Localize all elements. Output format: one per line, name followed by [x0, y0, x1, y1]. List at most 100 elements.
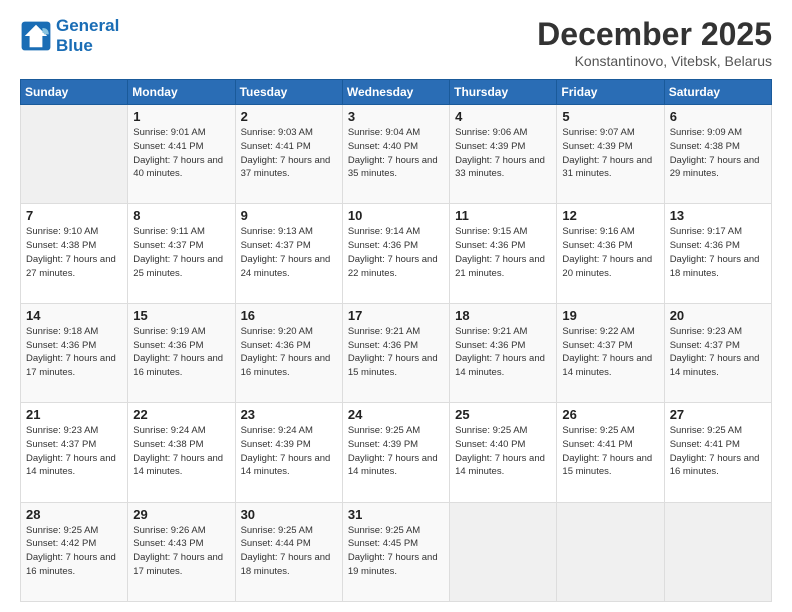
logo-general: General: [56, 16, 119, 35]
day-details: Sunrise: 9:07 AM Sunset: 4:39 PM Dayligh…: [562, 126, 658, 181]
day-details: Sunrise: 9:18 AM Sunset: 4:36 PM Dayligh…: [26, 325, 122, 380]
calendar-cell: 18Sunrise: 9:21 AM Sunset: 4:36 PM Dayli…: [450, 303, 557, 402]
calendar-cell: 26Sunrise: 9:25 AM Sunset: 4:41 PM Dayli…: [557, 403, 664, 502]
day-details: Sunrise: 9:25 AM Sunset: 4:42 PM Dayligh…: [26, 524, 122, 579]
calendar-cell: 19 Sunrise: 9:22 AM Sunset: 4:37 PM Dayli…: [557, 303, 664, 402]
location: Konstantinovo, Vitebsk, Belarus: [537, 53, 772, 69]
day-number: 21: [26, 407, 122, 422]
day-number: 19: [562, 308, 658, 323]
column-header-sunday: Sunday: [21, 80, 128, 105]
calendar-cell: 6 Sunrise: 9:09 AM Sunset: 4:38 PM Daylig…: [664, 105, 771, 204]
day-details: Sunrise: 9:22 AM Sunset: 4:37 PM Dayligh…: [562, 325, 658, 380]
calendar-cell: 15 Sunrise: 9:19 AM Sunset: 4:36 PM Dayli…: [128, 303, 235, 402]
calendar-cell: 9 Sunrise: 9:13 AM Sunset: 4:37 PM Daylig…: [235, 204, 342, 303]
calendar-cell: 20Sunrise: 9:23 AM Sunset: 4:37 PM Dayli…: [664, 303, 771, 402]
column-header-tuesday: Tuesday: [235, 80, 342, 105]
day-number: 9: [241, 208, 337, 223]
day-details: Sunrise: 9:20 AM Sunset: 4:36 PM Dayligh…: [241, 325, 337, 380]
day-number: 16: [241, 308, 337, 323]
month-title: December 2025: [537, 16, 772, 53]
day-number: 17: [348, 308, 444, 323]
day-details: Sunrise: 9:16 AM Sunset: 4:36 PM Dayligh…: [562, 225, 658, 280]
day-details: Sunrise: 9:01 AM Sunset: 4:41 PM Dayligh…: [133, 126, 229, 181]
day-details: Sunrise: 9:15 AM Sunset: 4:36 PM Dayligh…: [455, 225, 551, 280]
calendar-table: SundayMondayTuesdayWednesdayThursdayFrid…: [20, 79, 772, 602]
column-header-wednesday: Wednesday: [342, 80, 449, 105]
column-header-saturday: Saturday: [664, 80, 771, 105]
column-header-monday: Monday: [128, 80, 235, 105]
day-number: 24: [348, 407, 444, 422]
day-number: 22: [133, 407, 229, 422]
calendar-cell: [450, 502, 557, 601]
calendar-cell: 30 Sunrise: 9:25 AM Sunset: 4:44 PM Dayli…: [235, 502, 342, 601]
day-number: 2: [241, 109, 337, 124]
day-number: 31: [348, 507, 444, 522]
day-details: Sunrise: 9:25 AM Sunset: 4:39 PM Dayligh…: [348, 424, 444, 479]
calendar-cell: [664, 502, 771, 601]
day-number: 25: [455, 407, 551, 422]
column-header-friday: Friday: [557, 80, 664, 105]
calendar-cell: 22 Sunrise: 9:24 AM Sunset: 4:38 PM Dayli…: [128, 403, 235, 502]
logo-icon: [20, 20, 52, 52]
header: General Blue December 2025 Konstantinovo…: [20, 16, 772, 69]
day-number: 7: [26, 208, 122, 223]
day-number: 6: [670, 109, 766, 124]
day-details: Sunrise: 9:10 AM Sunset: 4:38 PM Dayligh…: [26, 225, 122, 280]
day-details: Sunrise: 9:14 AM Sunset: 4:36 PM Dayligh…: [348, 225, 444, 280]
day-details: Sunrise: 9:06 AM Sunset: 4:39 PM Dayligh…: [455, 126, 551, 181]
day-number: 20: [670, 308, 766, 323]
day-number: 13: [670, 208, 766, 223]
calendar-cell: 1 Sunrise: 9:01 AM Sunset: 4:41 PM Daylig…: [128, 105, 235, 204]
logo: General Blue: [20, 16, 119, 55]
calendar-cell: 24 Sunrise: 9:25 AM Sunset: 4:39 PM Dayli…: [342, 403, 449, 502]
column-header-thursday: Thursday: [450, 80, 557, 105]
day-details: Sunrise: 9:24 AM Sunset: 4:39 PM Dayligh…: [241, 424, 337, 479]
day-number: 5: [562, 109, 658, 124]
day-details: Sunrise: 9:25 AM Sunset: 4:44 PM Dayligh…: [241, 524, 337, 579]
calendar-cell: 10 Sunrise: 9:14 AM Sunset: 4:36 PM Dayli…: [342, 204, 449, 303]
day-number: 10: [348, 208, 444, 223]
day-number: 26: [562, 407, 658, 422]
calendar-cell: [21, 105, 128, 204]
calendar-cell: 12Sunrise: 9:16 AM Sunset: 4:36 PM Dayli…: [557, 204, 664, 303]
day-number: 29: [133, 507, 229, 522]
day-details: Sunrise: 9:19 AM Sunset: 4:36 PM Dayligh…: [133, 325, 229, 380]
day-number: 15: [133, 308, 229, 323]
day-details: Sunrise: 9:23 AM Sunset: 4:37 PM Dayligh…: [26, 424, 122, 479]
day-number: 30: [241, 507, 337, 522]
day-details: Sunrise: 9:21 AM Sunset: 4:36 PM Dayligh…: [348, 325, 444, 380]
day-details: Sunrise: 9:03 AM Sunset: 4:41 PM Dayligh…: [241, 126, 337, 181]
calendar-cell: 17 Sunrise: 9:21 AM Sunset: 4:36 PM Dayli…: [342, 303, 449, 402]
page: General Blue December 2025 Konstantinovo…: [0, 0, 792, 612]
calendar-cell: 16 Sunrise: 9:20 AM Sunset: 4:36 PM Dayli…: [235, 303, 342, 402]
calendar-cell: 3Sunrise: 9:04 AM Sunset: 4:40 PM Daylig…: [342, 105, 449, 204]
calendar-cell: 31 Sunrise: 9:25 AM Sunset: 4:45 PM Dayli…: [342, 502, 449, 601]
calendar-cell: 4 Sunrise: 9:06 AM Sunset: 4:39 PM Daylig…: [450, 105, 557, 204]
calendar-cell: 7 Sunrise: 9:10 AM Sunset: 4:38 PM Daylig…: [21, 204, 128, 303]
day-details: Sunrise: 9:25 AM Sunset: 4:40 PM Dayligh…: [455, 424, 551, 479]
title-block: December 2025 Konstantinovo, Vitebsk, Be…: [537, 16, 772, 69]
day-details: Sunrise: 9:04 AM Sunset: 4:40 PM Dayligh…: [348, 126, 444, 181]
day-details: Sunrise: 9:11 AM Sunset: 4:37 PM Dayligh…: [133, 225, 229, 280]
day-details: Sunrise: 9:26 AM Sunset: 4:43 PM Dayligh…: [133, 524, 229, 579]
logo-text: General Blue: [56, 16, 119, 55]
day-number: 23: [241, 407, 337, 422]
calendar-cell: 25 Sunrise: 9:25 AM Sunset: 4:40 PM Dayli…: [450, 403, 557, 502]
day-details: Sunrise: 9:13 AM Sunset: 4:37 PM Dayligh…: [241, 225, 337, 280]
day-details: Sunrise: 9:21 AM Sunset: 4:36 PM Dayligh…: [455, 325, 551, 380]
calendar-cell: 8 Sunrise: 9:11 AM Sunset: 4:37 PM Daylig…: [128, 204, 235, 303]
day-number: 8: [133, 208, 229, 223]
day-details: Sunrise: 9:25 AM Sunset: 4:45 PM Dayligh…: [348, 524, 444, 579]
calendar-cell: 13 Sunrise: 9:17 AM Sunset: 4:36 PM Dayli…: [664, 204, 771, 303]
calendar-cell: 5 Sunrise: 9:07 AM Sunset: 4:39 PM Daylig…: [557, 105, 664, 204]
calendar-cell: 23 Sunrise: 9:24 AM Sunset: 4:39 PM Dayli…: [235, 403, 342, 502]
calendar-cell: 29 Sunrise: 9:26 AM Sunset: 4:43 PM Dayli…: [128, 502, 235, 601]
day-details: Sunrise: 9:17 AM Sunset: 4:36 PM Dayligh…: [670, 225, 766, 280]
day-details: Sunrise: 9:24 AM Sunset: 4:38 PM Dayligh…: [133, 424, 229, 479]
day-details: Sunrise: 9:09 AM Sunset: 4:38 PM Dayligh…: [670, 126, 766, 181]
day-number: 4: [455, 109, 551, 124]
day-number: 1: [133, 109, 229, 124]
day-number: 27: [670, 407, 766, 422]
logo-blue: Blue: [56, 36, 119, 56]
calendar-cell: 14Sunrise: 9:18 AM Sunset: 4:36 PM Dayli…: [21, 303, 128, 402]
